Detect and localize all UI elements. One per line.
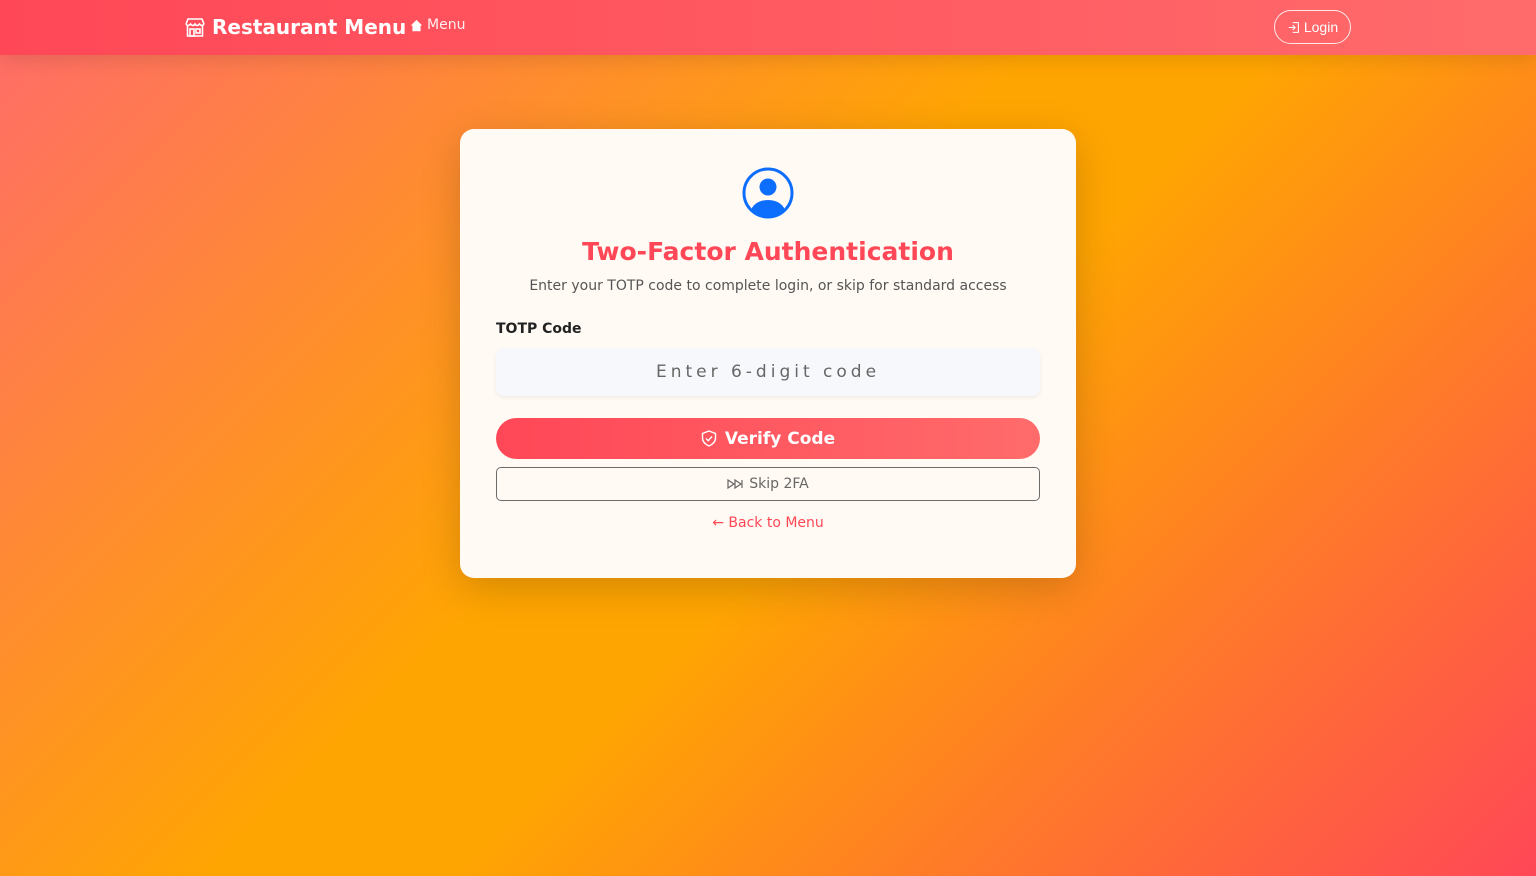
verify-code-label: Verify Code (724, 428, 836, 449)
skip-2fa-label: Skip 2FA (749, 476, 809, 492)
house-icon (410, 19, 423, 31)
nav-menu-label: Menu (427, 17, 466, 33)
totp-code-label: TOTP Code (496, 321, 582, 337)
login-label: Login (1303, 19, 1339, 35)
navbar: Restaurant Menu Menu Login (0, 0, 1536, 55)
brand-link[interactable]: Restaurant Menu (184, 13, 406, 41)
fast-forward-icon (727, 479, 743, 489)
verify-code-button[interactable]: Verify Code (496, 418, 1040, 459)
person-circle-icon (742, 167, 794, 219)
login-button[interactable]: Login (1274, 10, 1351, 44)
two-factor-card: Two-Factor Authentication Enter your TOT… (460, 129, 1076, 578)
nav-menu-link[interactable]: Menu (410, 17, 465, 33)
shop-icon (185, 18, 205, 37)
page-title: Two-Factor Authentication (582, 237, 954, 266)
skip-2fa-button[interactable]: Skip 2FA (496, 467, 1040, 501)
brand-title: Restaurant Menu (212, 15, 407, 39)
page-subtitle: Enter your TOTP code to complete login, … (529, 278, 1007, 294)
back-to-menu-link[interactable]: ← Back to Menu (712, 515, 824, 531)
totp-code-input[interactable] (496, 348, 1040, 396)
login-icon (1288, 21, 1299, 33)
shield-check-icon (701, 430, 717, 447)
back-to-menu-container: ← Back to Menu (460, 515, 1076, 531)
